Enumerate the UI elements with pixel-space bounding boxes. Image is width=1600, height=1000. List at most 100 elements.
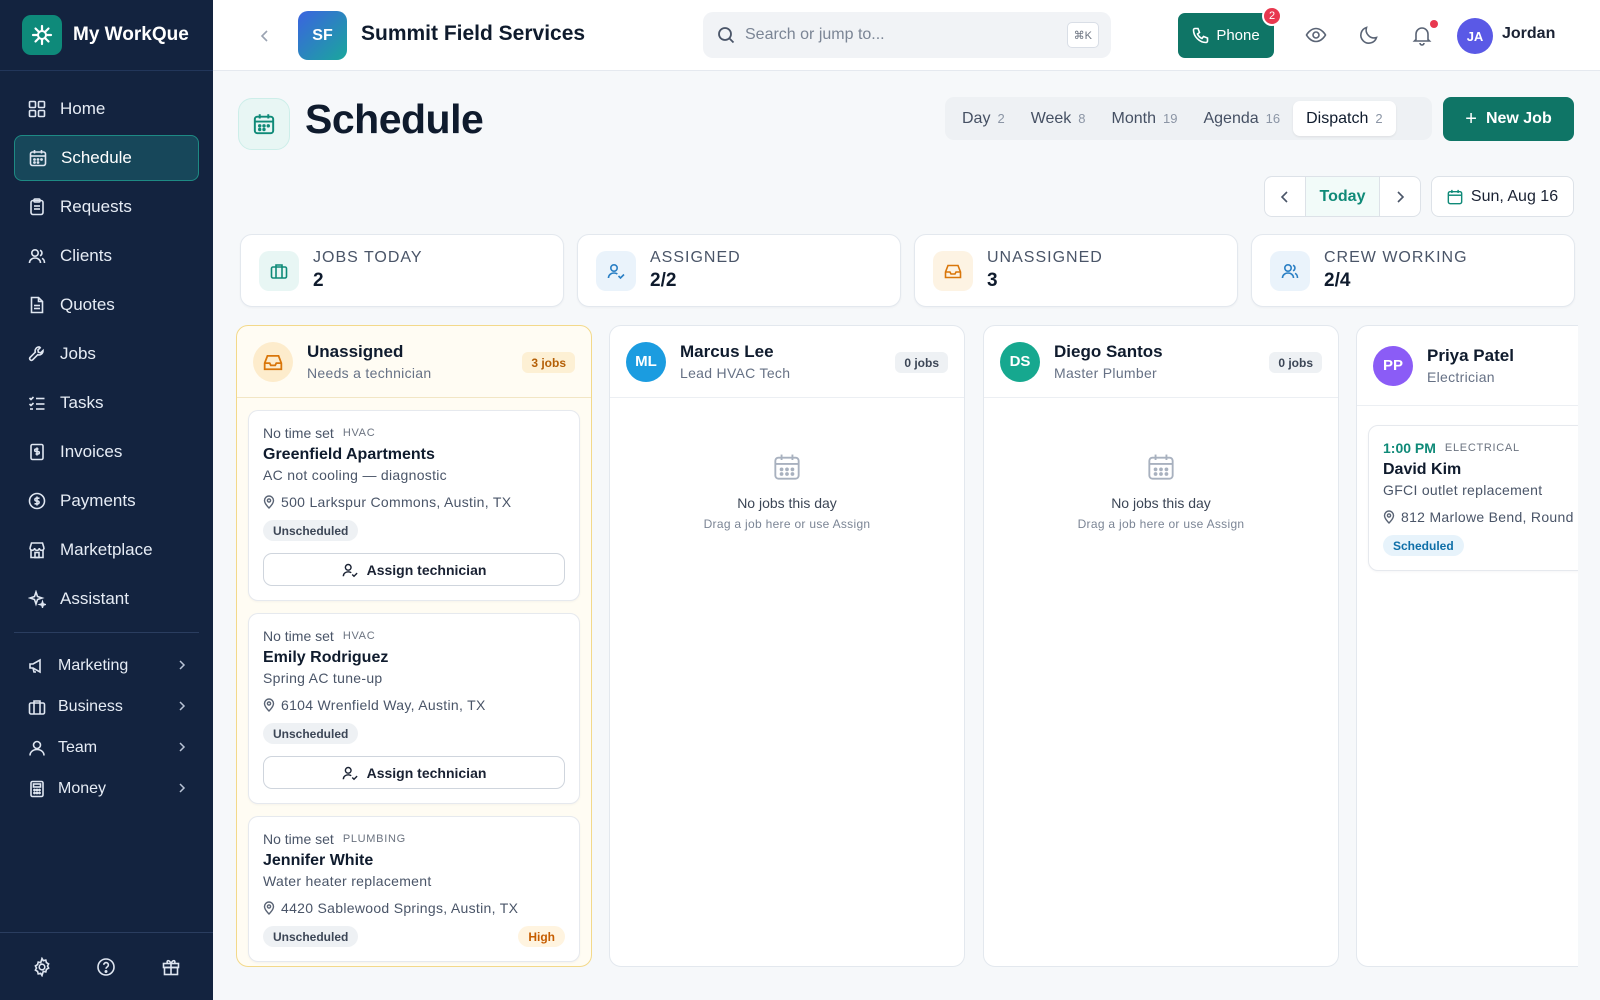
store-icon (26, 539, 48, 561)
prev-day-chevron-icon[interactable] (1265, 177, 1305, 216)
stat-label: JOBS TODAY (313, 249, 423, 266)
sidebar-item-payments[interactable]: Payments (14, 478, 199, 524)
sidebar-item-requests[interactable]: Requests (14, 184, 199, 230)
sidebar-item-schedule[interactable]: Schedule (14, 135, 199, 181)
sidebar-group-label: Marketing (58, 656, 129, 674)
job-count-badge: 3 jobs (522, 352, 575, 373)
sidebar-item-clients[interactable]: Clients (14, 233, 199, 279)
user-name[interactable]: Jordan (1502, 25, 1555, 43)
job-card[interactable]: No time set PLUMBING Jennifer White Water… (248, 816, 580, 962)
sidebar-group-money[interactable]: Money (14, 768, 199, 809)
sidebar-item-tasks[interactable]: Tasks (14, 380, 199, 426)
sidebar-item-marketplace[interactable]: Marketplace (14, 527, 199, 573)
search-bar[interactable]: ⌘K (703, 12, 1111, 58)
assign-technician-button[interactable]: Assign technician (263, 553, 565, 586)
view-tabs: Day 2 Week 8 Month 19 Agenda 16 Dispatch 2 (945, 97, 1432, 140)
sidebar-item-label: Jobs (60, 344, 96, 363)
search-input[interactable] (745, 26, 1045, 44)
empty-hint: Drag a job here or use Assign (703, 517, 871, 531)
sidebar-item-assistant[interactable]: Assistant (14, 576, 199, 622)
gift-icon[interactable] (157, 953, 185, 981)
sidebar-group-label: Team (58, 738, 98, 756)
sidebar-group-team[interactable]: Team (14, 727, 199, 768)
dispatch-column-tech: PP Priya Patel Electrician 1:00 PM ELECTR… (1356, 325, 1578, 967)
map-pin-icon (263, 901, 275, 915)
help-icon[interactable] (92, 953, 120, 981)
job-address: 6104 Wrenfield Way, Austin, TX (263, 697, 565, 713)
job-count-badge: 0 jobs (895, 352, 948, 373)
sidebar-item-home[interactable]: Home (14, 86, 199, 132)
chevron-right-icon (177, 780, 187, 798)
status-badge: Unscheduled (263, 520, 359, 541)
job-address: 812 Marlowe Bend, Round (1383, 509, 1578, 525)
dispatch-column-unassigned: Unassigned Needs a technician 3 jobs No … (236, 325, 592, 967)
job-count-badge: 0 jobs (1269, 352, 1322, 373)
briefcase-icon (259, 250, 299, 291)
job-time: No time set (263, 425, 334, 441)
empty-state[interactable]: No jobs this day Drag a job here or use … (610, 398, 964, 531)
date-picker-button[interactable]: Sun, Aug 16 (1431, 176, 1574, 217)
stat-value: 3 (987, 270, 998, 291)
new-job-button[interactable]: + New Job (1443, 97, 1574, 141)
job-client: Jennifer White (263, 852, 374, 869)
settings-icon[interactable] (28, 953, 56, 981)
checklist-icon (26, 392, 48, 414)
dispatch-column-tech: DS Diego Santos Master Plumber 0 jobs No… (983, 325, 1339, 967)
map-pin-icon (263, 698, 275, 712)
tab-count: 2 (997, 111, 1005, 126)
calendar-icon (27, 147, 49, 169)
tech-avatar: DS (1000, 341, 1040, 382)
sidebar-item-invoices[interactable]: Invoices (14, 429, 199, 475)
sidebar-item-jobs[interactable]: Jobs (14, 331, 199, 377)
tab-label: Agenda (1203, 109, 1259, 127)
tab-month[interactable]: Month 19 (1099, 101, 1191, 136)
user-avatar[interactable]: JA (1457, 18, 1493, 54)
map-pin-icon (263, 495, 275, 509)
briefcase-icon (26, 696, 48, 718)
assign-technician-button[interactable]: Assign technician (263, 756, 565, 789)
stat-value: 2/4 (1324, 270, 1351, 291)
tab-dispatch[interactable]: Dispatch 2 (1293, 101, 1396, 136)
job-card[interactable]: No time set HVAC Emily Rodriguez Spring A… (248, 613, 580, 804)
brand[interactable]: My WorkQue (0, 0, 213, 71)
empty-state[interactable]: No jobs this day Drag a job here or use … (984, 398, 1338, 531)
team-icon (1270, 250, 1310, 291)
eye-icon[interactable] (1303, 22, 1329, 48)
sidebar-group-marketing[interactable]: Marketing (14, 645, 199, 686)
phone-button-label: Phone (1216, 27, 1260, 44)
sidebar-item-label: Invoices (60, 442, 123, 461)
org-name[interactable]: Summit Field Services (361, 22, 585, 46)
job-description: Water heater replacement (263, 873, 432, 889)
org-avatar[interactable]: SF (298, 11, 347, 60)
page-title: Schedule (305, 96, 484, 142)
next-day-chevron-icon[interactable] (1380, 177, 1420, 216)
job-trade: HVAC (342, 630, 376, 642)
job-card[interactable]: 1:00 PM ELECTRICAL David Kim GFCI outlet … (1368, 425, 1578, 571)
job-address: 500 Larkspur Commons, Austin, TX (263, 494, 565, 510)
phone-button[interactable]: Phone (1178, 13, 1274, 58)
tab-label: Day (962, 109, 991, 127)
calendar-icon (610, 453, 964, 481)
back-chevron-icon[interactable] (253, 24, 277, 48)
job-card[interactable]: No time set HVAC Greenfield Apartments AC… (248, 410, 580, 601)
column-header: Unassigned Needs a technician 3 jobs (237, 326, 591, 398)
sidebar-item-label: Payments (60, 491, 136, 510)
status-badge: Unscheduled (263, 926, 359, 947)
tab-day[interactable]: Day 2 (949, 101, 1018, 136)
chevron-right-icon (177, 739, 187, 757)
tab-agenda[interactable]: Agenda 16 (1190, 101, 1293, 136)
phone-count-badge: 2 (1262, 6, 1282, 26)
sidebar-item-quotes[interactable]: Quotes (14, 282, 199, 328)
job-description: AC not cooling — diagnostic (263, 467, 447, 483)
job-meta: No time set HVAC (263, 425, 565, 441)
today-button[interactable]: Today (1305, 177, 1380, 216)
invoice-icon (26, 441, 48, 463)
sidebar-group-business[interactable]: Business (14, 686, 199, 727)
column-title: Unassigned (307, 342, 404, 361)
job-trade: PLUMBING (342, 833, 406, 845)
calculator-icon (26, 778, 48, 800)
tech-avatar: PP (1373, 345, 1413, 386)
tab-count: 8 (1078, 111, 1086, 126)
moon-icon[interactable] (1356, 22, 1382, 48)
tab-week[interactable]: Week 8 (1018, 101, 1099, 136)
